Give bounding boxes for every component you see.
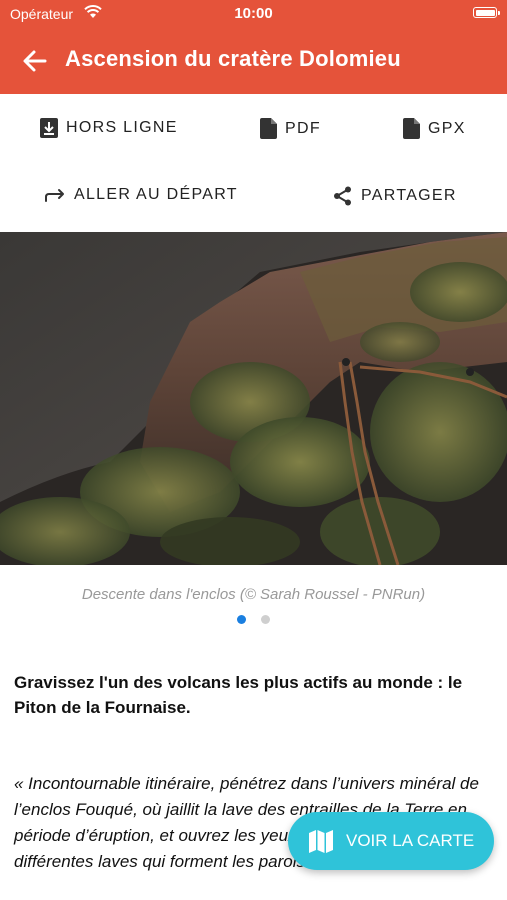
gpx-label: GPX: [428, 119, 466, 137]
turn-right-arrow-icon: [45, 189, 64, 202]
share-icon: [334, 186, 351, 206]
document-icon: [403, 118, 420, 139]
view-map-button[interactable]: VOIR LA CARTE: [288, 812, 494, 870]
back-arrow-icon[interactable]: [20, 46, 50, 76]
status-bar: Opérateur 10:00: [0, 0, 507, 28]
photo-caption: Descente dans l'enclos (© Sarah Roussel …: [81, 586, 426, 603]
share-button[interactable]: PARTAGER: [333, 186, 457, 206]
pdf-label: PDF: [285, 119, 321, 137]
carousel-indicator[interactable]: [0, 611, 507, 629]
page-title: Ascension du cratère Dolomieu: [65, 46, 401, 71]
view-map-label: VOIR LA CARTE: [346, 831, 475, 850]
description-lead: Gravissez l'un des volcans les plus acti…: [14, 673, 463, 717]
action-row-top: HORS LIGNE PDF GPX: [0, 94, 507, 162]
carousel-dot[interactable]: [260, 615, 270, 624]
crater-landscape-image: [0, 232, 507, 565]
nav-bar: Ascension du cratère Dolomieu: [0, 28, 507, 94]
map-icon: [309, 830, 333, 853]
battery-icon: [473, 7, 500, 18]
hero-photo[interactable]: [0, 232, 507, 565]
offline-button[interactable]: HORS LIGNE: [40, 118, 178, 138]
offline-label: HORS LIGNE: [66, 119, 178, 136]
share-label: PARTAGER: [361, 187, 457, 204]
go-to-start-button[interactable]: ALLER AU DÉPART: [44, 186, 238, 204]
download-icon: [40, 118, 58, 138]
carousel-dot-active[interactable]: [237, 615, 247, 624]
document-icon: [260, 118, 277, 139]
clock: 10:00: [234, 5, 273, 22]
gpx-button[interactable]: GPX: [403, 118, 466, 139]
go-to-start-label: ALLER AU DÉPART: [74, 186, 238, 203]
action-row-bottom: ALLER AU DÉPART PARTAGER: [0, 162, 507, 230]
pdf-button[interactable]: PDF: [260, 118, 321, 139]
